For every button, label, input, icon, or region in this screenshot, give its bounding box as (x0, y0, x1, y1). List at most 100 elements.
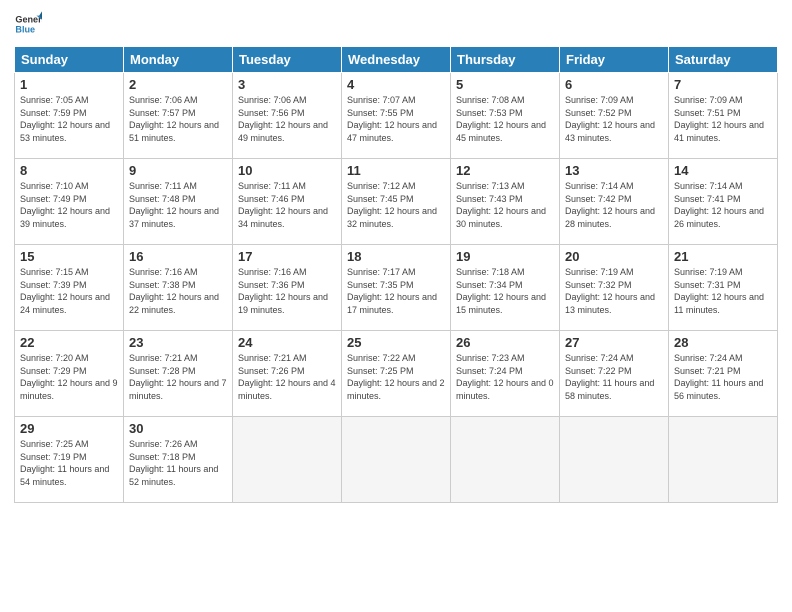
day-info: Sunrise: 7:11 AMSunset: 7:48 PMDaylight:… (129, 181, 219, 229)
calendar-week-row: 1 Sunrise: 7:05 AMSunset: 7:59 PMDayligh… (15, 73, 778, 159)
day-info: Sunrise: 7:24 AMSunset: 7:22 PMDaylight:… (565, 353, 654, 401)
day-info: Sunrise: 7:14 AMSunset: 7:41 PMDaylight:… (674, 181, 764, 229)
calendar-cell: 24 Sunrise: 7:21 AMSunset: 7:26 PMDaylig… (233, 331, 342, 417)
day-number: 22 (20, 335, 118, 350)
day-info: Sunrise: 7:21 AMSunset: 7:28 PMDaylight:… (129, 353, 227, 401)
day-info: Sunrise: 7:08 AMSunset: 7:53 PMDaylight:… (456, 95, 546, 143)
day-number: 4 (347, 77, 445, 92)
day-number: 13 (565, 163, 663, 178)
calendar-cell (560, 417, 669, 503)
page: General Blue Sunday Monday Tuesday Wedne… (0, 0, 792, 612)
day-number: 19 (456, 249, 554, 264)
header-thursday: Thursday (451, 47, 560, 73)
day-number: 6 (565, 77, 663, 92)
day-info: Sunrise: 7:19 AMSunset: 7:32 PMDaylight:… (565, 267, 655, 315)
calendar-cell: 27 Sunrise: 7:24 AMSunset: 7:22 PMDaylig… (560, 331, 669, 417)
calendar-week-row: 8 Sunrise: 7:10 AMSunset: 7:49 PMDayligh… (15, 159, 778, 245)
calendar-cell (342, 417, 451, 503)
header-wednesday: Wednesday (342, 47, 451, 73)
header-saturday: Saturday (669, 47, 778, 73)
day-info: Sunrise: 7:26 AMSunset: 7:18 PMDaylight:… (129, 439, 218, 487)
day-info: Sunrise: 7:15 AMSunset: 7:39 PMDaylight:… (20, 267, 110, 315)
calendar-table: Sunday Monday Tuesday Wednesday Thursday… (14, 46, 778, 503)
day-number: 30 (129, 421, 227, 436)
day-number: 8 (20, 163, 118, 178)
calendar-cell (233, 417, 342, 503)
calendar-cell: 25 Sunrise: 7:22 AMSunset: 7:25 PMDaylig… (342, 331, 451, 417)
calendar-cell: 26 Sunrise: 7:23 AMSunset: 7:24 PMDaylig… (451, 331, 560, 417)
day-info: Sunrise: 7:25 AMSunset: 7:19 PMDaylight:… (20, 439, 109, 487)
day-info: Sunrise: 7:09 AMSunset: 7:52 PMDaylight:… (565, 95, 655, 143)
calendar-cell: 14 Sunrise: 7:14 AMSunset: 7:41 PMDaylig… (669, 159, 778, 245)
header-sunday: Sunday (15, 47, 124, 73)
calendar-week-row: 22 Sunrise: 7:20 AMSunset: 7:29 PMDaylig… (15, 331, 778, 417)
day-number: 12 (456, 163, 554, 178)
day-number: 25 (347, 335, 445, 350)
calendar-cell: 13 Sunrise: 7:14 AMSunset: 7:42 PMDaylig… (560, 159, 669, 245)
calendar-cell: 29 Sunrise: 7:25 AMSunset: 7:19 PMDaylig… (15, 417, 124, 503)
day-number: 18 (347, 249, 445, 264)
day-number: 14 (674, 163, 772, 178)
calendar-cell: 30 Sunrise: 7:26 AMSunset: 7:18 PMDaylig… (124, 417, 233, 503)
day-number: 17 (238, 249, 336, 264)
day-info: Sunrise: 7:12 AMSunset: 7:45 PMDaylight:… (347, 181, 437, 229)
calendar-cell: 11 Sunrise: 7:12 AMSunset: 7:45 PMDaylig… (342, 159, 451, 245)
day-info: Sunrise: 7:14 AMSunset: 7:42 PMDaylight:… (565, 181, 655, 229)
day-number: 20 (565, 249, 663, 264)
calendar-cell (451, 417, 560, 503)
calendar-cell: 10 Sunrise: 7:11 AMSunset: 7:46 PMDaylig… (233, 159, 342, 245)
day-info: Sunrise: 7:22 AMSunset: 7:25 PMDaylight:… (347, 353, 445, 401)
day-number: 26 (456, 335, 554, 350)
calendar-cell: 17 Sunrise: 7:16 AMSunset: 7:36 PMDaylig… (233, 245, 342, 331)
day-info: Sunrise: 7:18 AMSunset: 7:34 PMDaylight:… (456, 267, 546, 315)
calendar-cell: 9 Sunrise: 7:11 AMSunset: 7:48 PMDayligh… (124, 159, 233, 245)
day-number: 29 (20, 421, 118, 436)
calendar-cell: 3 Sunrise: 7:06 AMSunset: 7:56 PMDayligh… (233, 73, 342, 159)
calendar-cell: 2 Sunrise: 7:06 AMSunset: 7:57 PMDayligh… (124, 73, 233, 159)
calendar-cell: 28 Sunrise: 7:24 AMSunset: 7:21 PMDaylig… (669, 331, 778, 417)
day-info: Sunrise: 7:16 AMSunset: 7:38 PMDaylight:… (129, 267, 219, 315)
calendar-cell: 18 Sunrise: 7:17 AMSunset: 7:35 PMDaylig… (342, 245, 451, 331)
day-number: 1 (20, 77, 118, 92)
day-number: 24 (238, 335, 336, 350)
day-number: 11 (347, 163, 445, 178)
day-info: Sunrise: 7:06 AMSunset: 7:56 PMDaylight:… (238, 95, 328, 143)
calendar-cell: 23 Sunrise: 7:21 AMSunset: 7:28 PMDaylig… (124, 331, 233, 417)
day-info: Sunrise: 7:06 AMSunset: 7:57 PMDaylight:… (129, 95, 219, 143)
calendar-cell: 22 Sunrise: 7:20 AMSunset: 7:29 PMDaylig… (15, 331, 124, 417)
day-info: Sunrise: 7:09 AMSunset: 7:51 PMDaylight:… (674, 95, 764, 143)
calendar-cell: 7 Sunrise: 7:09 AMSunset: 7:51 PMDayligh… (669, 73, 778, 159)
calendar-cell: 5 Sunrise: 7:08 AMSunset: 7:53 PMDayligh… (451, 73, 560, 159)
day-number: 9 (129, 163, 227, 178)
day-number: 16 (129, 249, 227, 264)
day-info: Sunrise: 7:24 AMSunset: 7:21 PMDaylight:… (674, 353, 763, 401)
day-number: 21 (674, 249, 772, 264)
header: General Blue (14, 10, 778, 38)
day-number: 27 (565, 335, 663, 350)
calendar-cell: 4 Sunrise: 7:07 AMSunset: 7:55 PMDayligh… (342, 73, 451, 159)
day-number: 7 (674, 77, 772, 92)
header-tuesday: Tuesday (233, 47, 342, 73)
calendar-cell: 8 Sunrise: 7:10 AMSunset: 7:49 PMDayligh… (15, 159, 124, 245)
day-info: Sunrise: 7:17 AMSunset: 7:35 PMDaylight:… (347, 267, 437, 315)
calendar-cell: 20 Sunrise: 7:19 AMSunset: 7:32 PMDaylig… (560, 245, 669, 331)
day-number: 23 (129, 335, 227, 350)
calendar-cell: 12 Sunrise: 7:13 AMSunset: 7:43 PMDaylig… (451, 159, 560, 245)
day-number: 3 (238, 77, 336, 92)
calendar-week-row: 29 Sunrise: 7:25 AMSunset: 7:19 PMDaylig… (15, 417, 778, 503)
calendar-cell: 6 Sunrise: 7:09 AMSunset: 7:52 PMDayligh… (560, 73, 669, 159)
svg-text:Blue: Blue (15, 24, 35, 34)
calendar-cell: 19 Sunrise: 7:18 AMSunset: 7:34 PMDaylig… (451, 245, 560, 331)
calendar-cell (669, 417, 778, 503)
header-friday: Friday (560, 47, 669, 73)
day-info: Sunrise: 7:19 AMSunset: 7:31 PMDaylight:… (674, 267, 764, 315)
day-number: 5 (456, 77, 554, 92)
day-info: Sunrise: 7:05 AMSunset: 7:59 PMDaylight:… (20, 95, 110, 143)
logo: General Blue (14, 10, 42, 38)
day-info: Sunrise: 7:10 AMSunset: 7:49 PMDaylight:… (20, 181, 110, 229)
logo-icon: General Blue (14, 10, 42, 38)
day-info: Sunrise: 7:20 AMSunset: 7:29 PMDaylight:… (20, 353, 118, 401)
weekday-header-row: Sunday Monday Tuesday Wednesday Thursday… (15, 47, 778, 73)
calendar-cell: 15 Sunrise: 7:15 AMSunset: 7:39 PMDaylig… (15, 245, 124, 331)
day-info: Sunrise: 7:23 AMSunset: 7:24 PMDaylight:… (456, 353, 554, 401)
